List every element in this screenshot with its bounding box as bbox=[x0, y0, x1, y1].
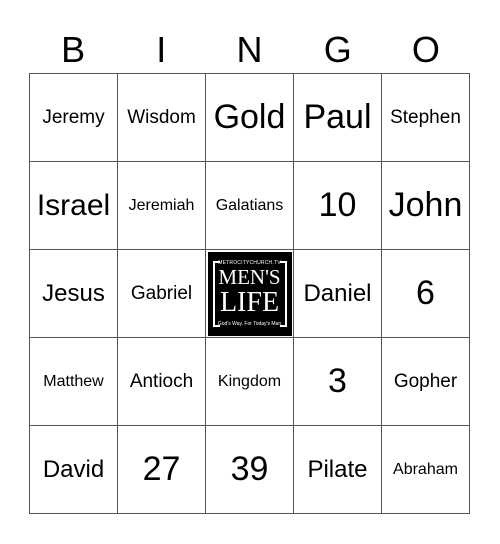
header-letter-o: O bbox=[411, 29, 440, 70]
logo-title-line2: LIFE bbox=[219, 286, 280, 318]
bingo-cell[interactable]: Antioch bbox=[118, 338, 206, 426]
header-letter-i: I bbox=[156, 29, 167, 70]
bingo-cell[interactable]: Wisdom bbox=[118, 74, 206, 162]
header-letter-n: N bbox=[236, 29, 263, 70]
logo-title-line1: MEN'S bbox=[218, 264, 281, 289]
bingo-grid: Jeremy Wisdom Gold Paul Stephen Israel J… bbox=[29, 73, 470, 514]
bingo-cell[interactable]: Matthew bbox=[30, 338, 118, 426]
bingo-cell[interactable]: Israel bbox=[30, 162, 118, 250]
bingo-cell[interactable]: 3 bbox=[294, 338, 382, 426]
header-letter-b: B bbox=[61, 29, 86, 70]
bingo-cell[interactable]: Daniel bbox=[294, 250, 382, 338]
bingo-cell[interactable]: Stephen bbox=[382, 74, 470, 162]
bingo-cell[interactable]: David bbox=[30, 426, 118, 514]
bingo-cell[interactable]: Gopher bbox=[382, 338, 470, 426]
bingo-cell[interactable]: Kingdom bbox=[206, 338, 294, 426]
bingo-cell[interactable]: Gold bbox=[206, 74, 294, 162]
bingo-cell[interactable]: Gabriel bbox=[118, 250, 206, 338]
free-space-cell[interactable]: METROCITYCHURCH.TV MEN'S LIFE God's Way.… bbox=[206, 250, 294, 338]
bingo-cell[interactable]: 27 bbox=[118, 426, 206, 514]
bingo-header: B I N G O bbox=[29, 28, 470, 72]
bingo-cell[interactable]: Galatians bbox=[206, 162, 294, 250]
header-letter-g: G bbox=[323, 29, 352, 70]
mens-life-logo: METROCITYCHURCH.TV MEN'S LIFE God's Way.… bbox=[207, 251, 292, 336]
bingo-cell[interactable]: Abraham bbox=[382, 426, 470, 514]
bingo-cell[interactable]: Paul bbox=[294, 74, 382, 162]
bingo-cell[interactable]: 6 bbox=[382, 250, 470, 338]
bingo-cell[interactable]: Jeremy bbox=[30, 74, 118, 162]
logo-tagline: God's Way. For Today's Man bbox=[217, 320, 282, 327]
bingo-cell[interactable]: Jeremiah bbox=[118, 162, 206, 250]
bingo-cell[interactable]: Pilate bbox=[294, 426, 382, 514]
bingo-cell[interactable]: Jesus bbox=[30, 250, 118, 338]
bingo-cell[interactable]: John bbox=[382, 162, 470, 250]
bingo-cell[interactable]: 39 bbox=[206, 426, 294, 514]
bingo-cell[interactable]: 10 bbox=[294, 162, 382, 250]
